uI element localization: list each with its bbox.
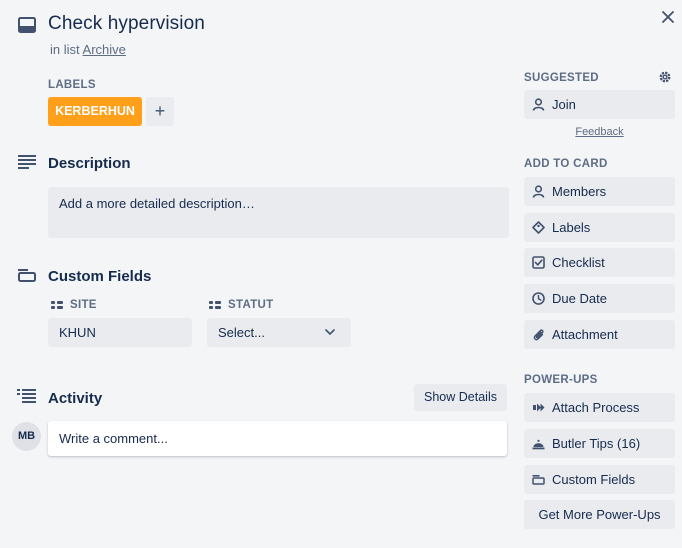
suggested-heading: SUGGESTED [524, 72, 599, 84]
field-icon [51, 301, 63, 309]
description-heading: Description [48, 155, 131, 172]
due-date-button[interactable]: Due Date [524, 284, 675, 313]
gear-icon[interactable] [658, 70, 672, 84]
close-icon[interactable] [660, 9, 676, 25]
labels-button[interactable]: Labels [524, 213, 675, 242]
custom-fields-heading: Custom Fields [48, 268, 152, 285]
custom-fields-icon [532, 475, 545, 485]
add-label-button[interactable]: + [146, 97, 174, 126]
description-icon [18, 155, 36, 169]
get-more-power-ups-label: Get More Power-Ups [538, 507, 661, 522]
members-button[interactable]: Members [524, 177, 675, 206]
clock-icon [532, 292, 545, 305]
due-date-label: Due Date [552, 291, 607, 306]
comment-input[interactable]: Write a comment... [48, 421, 507, 456]
statut-select[interactable]: Select... [207, 318, 351, 347]
site-field[interactable]: KHUN [48, 318, 192, 347]
attach-process-button[interactable]: Attach Process [524, 393, 675, 422]
members-label: Members [552, 184, 607, 199]
custom-fields-button[interactable]: Custom Fields [524, 465, 675, 494]
labels-heading: LABELS [48, 79, 96, 91]
labels-label: Labels [552, 220, 591, 235]
person-icon [532, 98, 545, 111]
checklist-button[interactable]: Checklist [524, 248, 675, 277]
checklist-label: Checklist [552, 255, 605, 270]
custom-fields-icon [18, 269, 36, 282]
attachment-button[interactable]: Attachment [524, 320, 675, 349]
activity-heading: Activity [48, 390, 103, 407]
field-label-statut: STATUT [228, 299, 274, 311]
join-label: Join [552, 97, 576, 112]
in-list-prefix: in list [50, 42, 80, 57]
checklist-icon [532, 256, 545, 269]
join-button[interactable]: Join [524, 90, 675, 119]
add-to-card-heading: ADD TO CARD [524, 158, 608, 170]
butler-icon [532, 439, 545, 450]
power-ups-heading: POWER-UPS [524, 374, 598, 386]
butler-tips-button[interactable]: Butler Tips (16) [524, 429, 675, 458]
attach-process-icon [533, 403, 545, 412]
attachment-label: Attachment [552, 327, 618, 342]
list-link[interactable]: Archive [83, 42, 126, 57]
card-title[interactable]: Check hypervision [48, 13, 205, 35]
tag-icon [532, 221, 545, 234]
field-label-site: SITE [70, 299, 97, 311]
field-icon [209, 301, 221, 309]
feedback-link[interactable]: Feedback [524, 126, 675, 138]
statut-select-value: Select... [218, 325, 265, 340]
activity-icon [17, 389, 36, 403]
person-icon [532, 185, 545, 198]
get-more-power-ups-button[interactable]: Get More Power-Ups [524, 500, 675, 529]
custom-fields-label: Custom Fields [552, 472, 636, 487]
paperclip-icon [533, 329, 544, 341]
in-list-text: in list Archive [50, 42, 126, 57]
attach-process-label: Attach Process [552, 400, 640, 415]
card-icon [18, 17, 36, 33]
chevron-down-icon [325, 329, 335, 336]
description-input[interactable]: Add a more detailed description… [48, 187, 509, 238]
butler-tips-label: Butler Tips (16) [552, 436, 641, 451]
show-details-button[interactable]: Show Details [414, 384, 507, 411]
avatar[interactable]: MB [12, 422, 41, 451]
label-chip[interactable]: KERBERHUN [48, 97, 142, 126]
